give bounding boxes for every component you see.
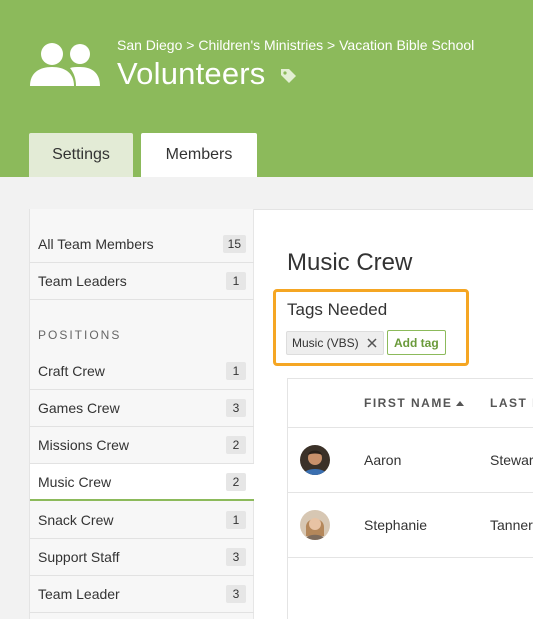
sidebar-item-label: Games Crew — [38, 400, 120, 416]
sidebar-item-all-team-members[interactable]: All Team Members 15 — [30, 226, 254, 263]
sidebar-item-label: Snack Crew — [38, 512, 114, 528]
sort-ascending-icon — [456, 400, 465, 406]
title-row: Volunteers — [117, 56, 297, 92]
column-header-last-name[interactable]: LAST N — [490, 396, 533, 410]
column-header-label: LAST N — [490, 396, 533, 410]
last-name-cell: Tanner — [490, 517, 533, 533]
count-badge: 1 — [226, 511, 246, 529]
sidebar-item-label: Missions Crew — [38, 437, 130, 453]
table-row[interactable]: Stephanie Tanner — [288, 493, 533, 558]
count-badge: 3 — [226, 399, 246, 417]
sidebar-item-snack-crew[interactable]: Snack Crew 1 — [30, 502, 254, 539]
sidebar-item-craft-crew[interactable]: Craft Crew 1 — [30, 353, 254, 390]
sidebar-item-label: Music Crew — [38, 473, 112, 490]
sidebar-item-label: Support Staff — [38, 549, 120, 565]
count-badge: 1 — [226, 362, 246, 380]
sidebar-item-team-leader[interactable]: Team Leader 3 — [30, 576, 254, 613]
column-header-label: FIRST NAME — [364, 396, 453, 410]
count-badge: 2 — [226, 472, 246, 491]
tag-icon[interactable] — [280, 68, 297, 85]
page-title: Volunteers — [117, 56, 266, 91]
last-name-cell: Stewar — [490, 452, 533, 468]
count-badge: 3 — [226, 548, 246, 566]
count-badge: 1 — [226, 272, 246, 290]
sidebar-item-label: Team Leaders — [38, 273, 127, 289]
sidebar-item-support-staff[interactable]: Support Staff 3 — [30, 539, 254, 576]
sidebar-item-label: All Team Members — [38, 236, 154, 252]
section-title: Music Crew — [287, 249, 413, 276]
avatar — [300, 510, 330, 540]
tag-chip: Music (VBS) — [286, 331, 384, 355]
breadcrumb[interactable]: San Diego > Children's Ministries > Vaca… — [117, 37, 474, 53]
add-tag-button[interactable]: Add tag — [387, 330, 446, 355]
count-badge: 2 — [226, 436, 246, 454]
team-icon — [30, 43, 100, 86]
table-header: FIRST NAME LAST N — [288, 379, 533, 428]
members-table: FIRST NAME LAST N Aaron Stewar — [287, 378, 533, 619]
tab-settings[interactable]: Settings — [29, 133, 133, 177]
first-name-cell: Stephanie — [364, 517, 428, 533]
tab-members[interactable]: Members — [141, 133, 257, 177]
page-header: San Diego > Children's Ministries > Vaca… — [0, 0, 533, 177]
sidebar-item-music-crew[interactable]: Music Crew 2 — [30, 464, 254, 501]
sidebar-item-missions-crew[interactable]: Missions Crew 2 — [30, 427, 254, 464]
avatar — [300, 445, 330, 475]
count-badge: 15 — [222, 235, 246, 253]
count-badge: 3 — [226, 585, 246, 603]
tags-heading: Tags Needed — [287, 300, 388, 319]
tag-chip-label: Music (VBS) — [292, 336, 359, 350]
positions-heading: POSITIONS — [38, 328, 122, 342]
sidebar: All Team Members 15 Team Leaders 1 POSIT… — [30, 209, 254, 619]
sidebar-item-label: Team Leader — [38, 586, 120, 602]
sidebar-item-team-leaders[interactable]: Team Leaders 1 — [30, 263, 254, 300]
sidebar-item-games-crew[interactable]: Games Crew 3 — [30, 390, 254, 427]
table-row[interactable]: Aaron Stewar — [288, 428, 533, 493]
column-header-first-name[interactable]: FIRST NAME — [364, 396, 465, 410]
first-name-cell: Aaron — [364, 452, 402, 468]
tags-needed-box: Tags Needed Music (VBS) Add tag — [273, 289, 469, 366]
close-icon[interactable] — [367, 338, 377, 348]
sidebar-item-label: Craft Crew — [38, 363, 105, 379]
